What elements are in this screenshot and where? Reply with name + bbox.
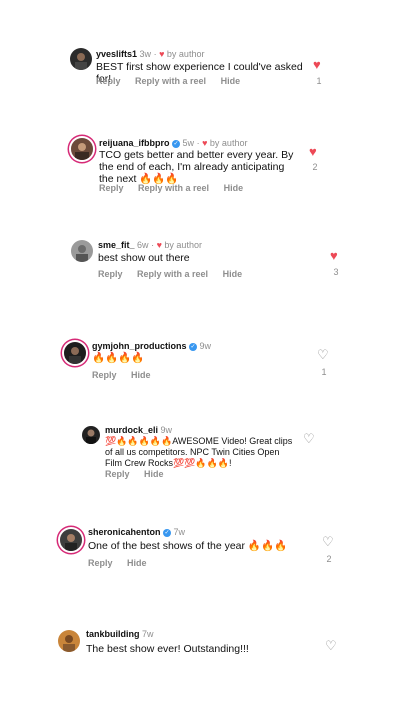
hide-button[interactable]: Hide xyxy=(131,370,151,380)
hide-button[interactable]: Hide xyxy=(223,269,243,279)
timestamp: 7w xyxy=(173,527,186,537)
avatar[interactable] xyxy=(70,48,92,70)
heart-outline-icon[interactable]: ♡ xyxy=(322,535,334,548)
username[interactable]: tankbuilding xyxy=(86,629,140,639)
by-author-label: by author xyxy=(166,49,205,59)
reply-button[interactable]: Reply xyxy=(92,370,117,380)
avatar[interactable] xyxy=(82,426,100,444)
by-author-label: by author xyxy=(164,240,202,250)
comment-actions: Reply Hide xyxy=(105,469,176,479)
reply-with-reel-button[interactable]: Reply with a reel xyxy=(138,183,209,193)
username[interactable]: gymjohn_productions xyxy=(92,341,187,351)
author-heart-icon: ♥ xyxy=(159,49,165,59)
comment-text: 💯🔥🔥🔥🔥🔥AWESOME Video! Great clips of all … xyxy=(105,436,293,468)
comment-actions: Reply Hide xyxy=(88,558,159,568)
avatar[interactable] xyxy=(64,342,86,364)
heart-filled-icon[interactable]: ♥ xyxy=(309,145,317,158)
reply-button[interactable]: Reply xyxy=(88,558,113,568)
username[interactable]: murdock_eli xyxy=(105,425,158,435)
username[interactable]: sheronicahenton xyxy=(88,527,161,537)
reply-button[interactable]: Reply xyxy=(99,183,124,193)
comment-meta: sme_fit_ 6w · ♥ by author xyxy=(98,240,202,250)
heart-outline-icon[interactable]: ♡ xyxy=(325,639,337,652)
by-author-label: by author xyxy=(209,138,248,148)
author-heart-icon: ♥ xyxy=(202,138,208,148)
heart-outline-icon[interactable]: ♡ xyxy=(303,432,315,445)
like-count: 3 xyxy=(333,267,339,277)
comment-meta: gymjohn_productions ✓ 9w xyxy=(92,341,211,351)
hide-button[interactable]: Hide xyxy=(144,469,164,479)
hide-button[interactable]: Hide xyxy=(224,183,244,193)
comment-actions: Reply Hide xyxy=(92,370,163,380)
avatar[interactable] xyxy=(60,529,82,551)
timestamp: 9w xyxy=(199,341,212,351)
heart-filled-icon[interactable]: ♥ xyxy=(330,249,338,262)
hide-button[interactable]: Hide xyxy=(127,558,147,568)
comment-meta: tankbuilding 7w xyxy=(86,629,154,639)
avatar[interactable] xyxy=(58,630,80,652)
comment-actions: Reply Reply with a reel Hide xyxy=(98,269,254,279)
hide-button[interactable]: Hide xyxy=(221,76,241,86)
heart-filled-icon[interactable]: ♥ xyxy=(313,58,321,71)
reply-button[interactable]: Reply xyxy=(105,469,130,479)
author-heart-icon: ♥ xyxy=(156,240,162,250)
comment-meta: yveslifts1 3w · ♥ by author xyxy=(96,49,205,59)
verified-badge-icon: ✓ xyxy=(189,342,198,351)
timestamp: 7w xyxy=(142,629,154,639)
timestamp: 3w xyxy=(139,49,152,59)
avatar[interactable] xyxy=(71,240,93,262)
comment-text: TCO gets better and better every year. B… xyxy=(99,149,294,185)
reply-with-reel-button[interactable]: Reply with a reel xyxy=(137,269,208,279)
timestamp: 6w xyxy=(137,240,149,250)
reply-button[interactable]: Reply xyxy=(96,76,121,86)
comment-text: One of the best shows of the year 🔥🔥🔥 xyxy=(88,540,288,552)
timestamp: 5w xyxy=(182,138,195,148)
username[interactable]: sme_fit_ xyxy=(98,240,135,250)
comment-text: 🔥🔥🔥🔥 xyxy=(92,352,145,364)
like-count: 1 xyxy=(316,76,322,86)
heart-outline-icon[interactable]: ♡ xyxy=(317,348,329,361)
timestamp: 9w xyxy=(160,425,173,435)
comment-meta: murdock_eli 9w xyxy=(105,425,172,435)
reply-with-reel-button[interactable]: Reply with a reel xyxy=(135,76,206,86)
verified-badge-icon: ✓ xyxy=(172,139,181,148)
like-count: 2 xyxy=(312,162,318,172)
comment-meta: reijuana_ifbbpro ✓ 5w · ♥ by author xyxy=(99,138,248,148)
username[interactable]: reijuana_ifbbpro xyxy=(99,138,170,148)
comment-text: best show out there xyxy=(98,252,190,264)
comment-meta: sheronicahenton ✓ 7w xyxy=(88,527,185,537)
reply-button[interactable]: Reply xyxy=(98,269,123,279)
like-count: 1 xyxy=(321,367,327,377)
like-count: 2 xyxy=(326,554,332,564)
avatar[interactable] xyxy=(71,138,93,160)
comment-text: The best show ever! Outstanding!!! xyxy=(86,643,249,655)
verified-badge-icon: ✓ xyxy=(163,528,172,537)
comment-actions: Reply Reply with a reel Hide xyxy=(96,76,252,86)
username[interactable]: yveslifts1 xyxy=(96,49,137,59)
comment-actions: Reply Reply with a reel Hide xyxy=(99,183,255,193)
